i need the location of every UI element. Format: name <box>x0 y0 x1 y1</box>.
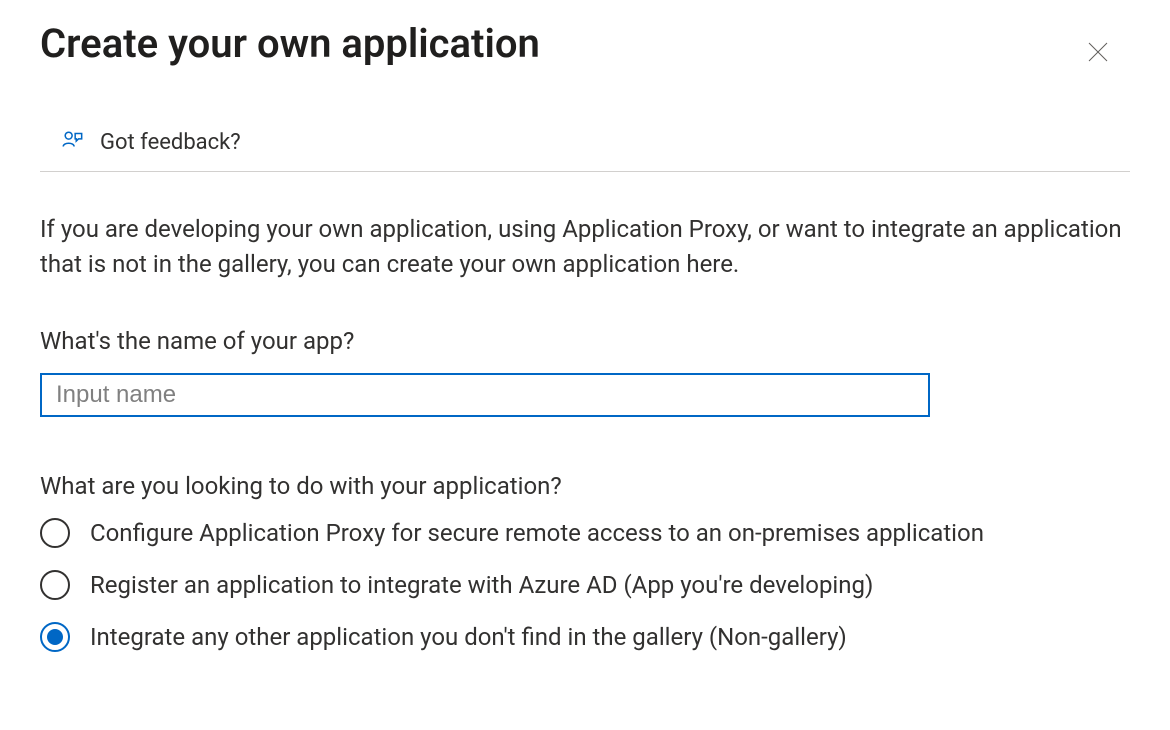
create-application-panel: Create your own application Got feedback… <box>0 0 1170 692</box>
page-title: Create your own application <box>40 20 540 68</box>
feedback-link[interactable]: Got feedback? <box>40 117 1130 172</box>
app-name-label: What's the name of your app? <box>40 327 1130 355</box>
panel-description: If you are developing your own applicati… <box>40 212 1130 282</box>
radio-label: Register an application to integrate wit… <box>90 571 873 599</box>
close-button[interactable] <box>1076 30 1120 77</box>
purpose-label: What are you looking to do with your app… <box>40 472 1130 500</box>
radio-icon-selected <box>40 622 70 652</box>
radio-label: Integrate any other application you don'… <box>90 623 847 651</box>
radio-option-register-app[interactable]: Register an application to integrate wit… <box>40 570 1130 600</box>
feedback-label: Got feedback? <box>100 130 241 155</box>
radio-icon <box>40 570 70 600</box>
radio-icon <box>40 518 70 548</box>
radio-dot <box>47 629 63 645</box>
feedback-icon <box>60 127 86 157</box>
close-icon <box>1086 40 1110 67</box>
radio-label: Configure Application Proxy for secure r… <box>90 519 984 547</box>
app-name-input[interactable] <box>40 373 930 417</box>
purpose-radio-group: Configure Application Proxy for secure r… <box>40 518 1130 652</box>
radio-option-application-proxy[interactable]: Configure Application Proxy for secure r… <box>40 518 1130 548</box>
panel-header: Create your own application <box>40 20 1130 77</box>
radio-option-non-gallery[interactable]: Integrate any other application you don'… <box>40 622 1130 652</box>
